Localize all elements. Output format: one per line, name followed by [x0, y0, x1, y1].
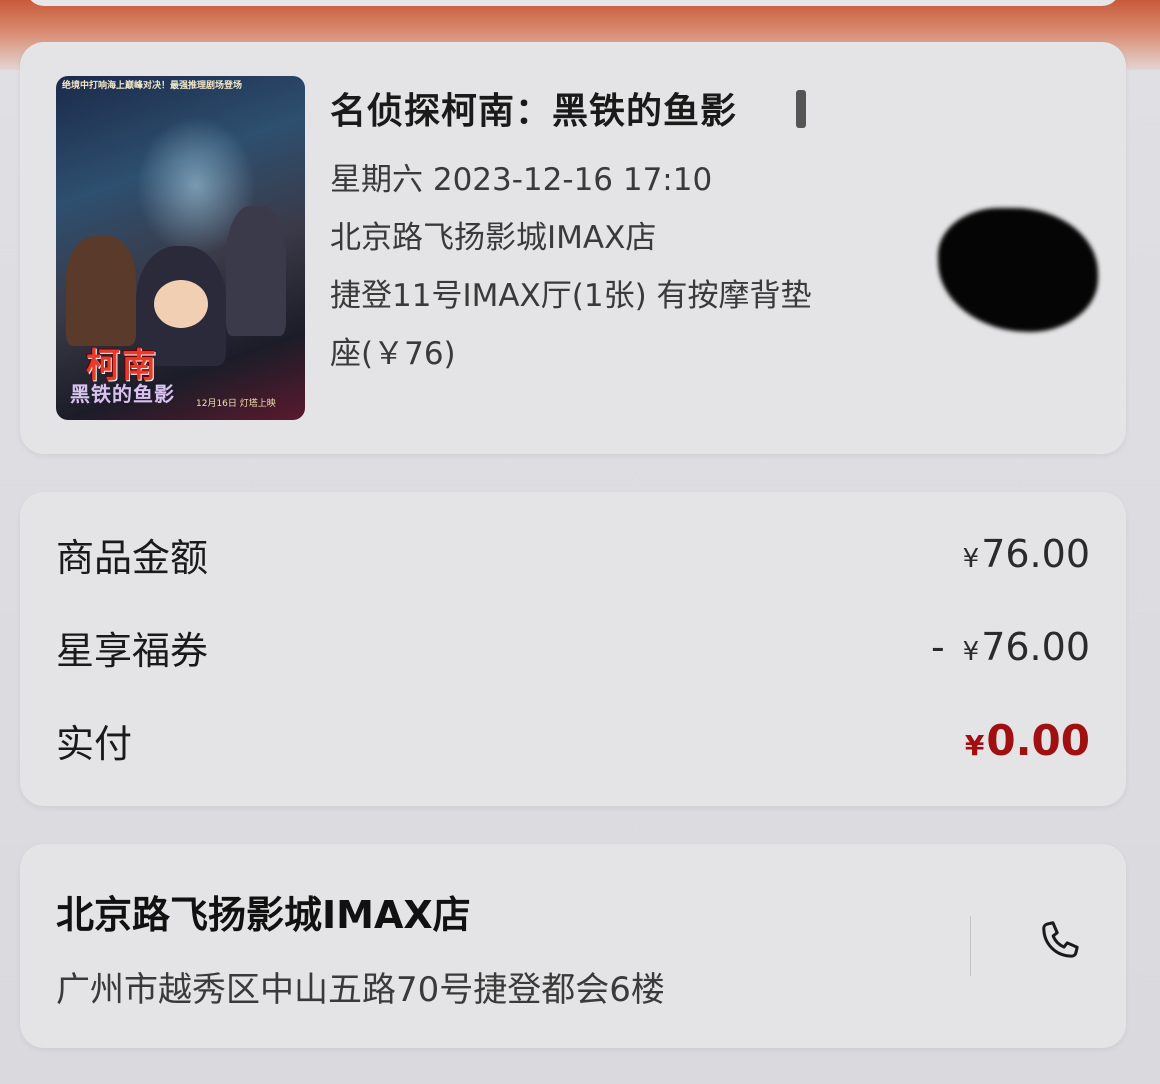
- price-value: - ¥76.00: [931, 625, 1090, 669]
- poster-subtitle: 黑铁的鱼影: [70, 382, 175, 406]
- poster-character: [66, 236, 136, 346]
- amount: 0.00: [986, 715, 1090, 765]
- cinema-address: 广州市越秀区中山五路70号捷登都会6楼: [56, 970, 665, 1010]
- price-label: 实付: [56, 721, 133, 766]
- redaction-mark: [938, 208, 1098, 332]
- call-cinema-button[interactable]: [1032, 914, 1092, 974]
- divider: [970, 916, 971, 976]
- price-row-coupon[interactable]: 星享福券 - ¥76.00: [56, 617, 1090, 677]
- movie-title: 名侦探柯南：黑铁的鱼影: [330, 91, 738, 132]
- price-label: 商品金额: [56, 535, 209, 580]
- amount: 76.00: [981, 625, 1090, 669]
- poster-character: [226, 206, 286, 336]
- hall-info: 捷登11号IMAX厅(1张) 有按摩背垫: [330, 278, 812, 314]
- title-text-cursor: [796, 90, 806, 128]
- poster-tagline: 绝境中打响海上巅峰对决！最强推理剧场登场: [62, 81, 243, 91]
- cinema-name-line: 北京路飞扬影城IMAX店: [330, 220, 657, 256]
- amount: 76.00: [981, 532, 1090, 576]
- cinema-name: 北京路飞扬影城IMAX店: [56, 893, 471, 937]
- minus-sign: -: [930, 625, 945, 669]
- paid-amount: ¥0.00: [965, 716, 1090, 765]
- currency-symbol: ¥: [964, 728, 985, 762]
- movie-info-card[interactable]: 绝境中打响海上巅峰对决！最强推理剧场登场 柯南 黑铁的鱼影 12月16日 灯塔上…: [20, 42, 1126, 454]
- movie-poster[interactable]: 绝境中打响海上巅峰对决！最强推理剧场登场 柯南 黑铁的鱼影 12月16日 灯塔上…: [56, 76, 305, 420]
- currency-symbol: ¥: [962, 544, 980, 574]
- price-row-paid: 实付 ¥0.00: [56, 710, 1090, 770]
- poster-release-date: 12月16日 灯塔上映: [196, 399, 276, 409]
- poster-character-face: [154, 280, 208, 328]
- cinema-card[interactable]: 北京路飞扬影城IMAX店 广州市越秀区中山五路70号捷登都会6楼: [20, 844, 1126, 1048]
- phone-icon: [1042, 921, 1079, 958]
- price-row-goods-amount: 商品金额 ¥76.00: [56, 524, 1090, 584]
- order-detail-page: 绝境中打响海上巅峰对决！最强推理剧场登场 柯南 黑铁的鱼影 12月16日 灯塔上…: [0, 0, 1160, 1084]
- showtime: 星期六 2023-12-16 17:10: [330, 162, 713, 198]
- price-label: 星享福券: [56, 628, 209, 673]
- price-summary-card: 商品金额 ¥76.00 星享福券 - ¥76.00 实付 ¥0.00: [20, 492, 1126, 806]
- seat-price: 座(￥76): [330, 336, 456, 372]
- currency-symbol: ¥: [962, 637, 980, 667]
- header-card-edge: [26, 0, 1120, 6]
- price-value: ¥76.00: [963, 532, 1090, 576]
